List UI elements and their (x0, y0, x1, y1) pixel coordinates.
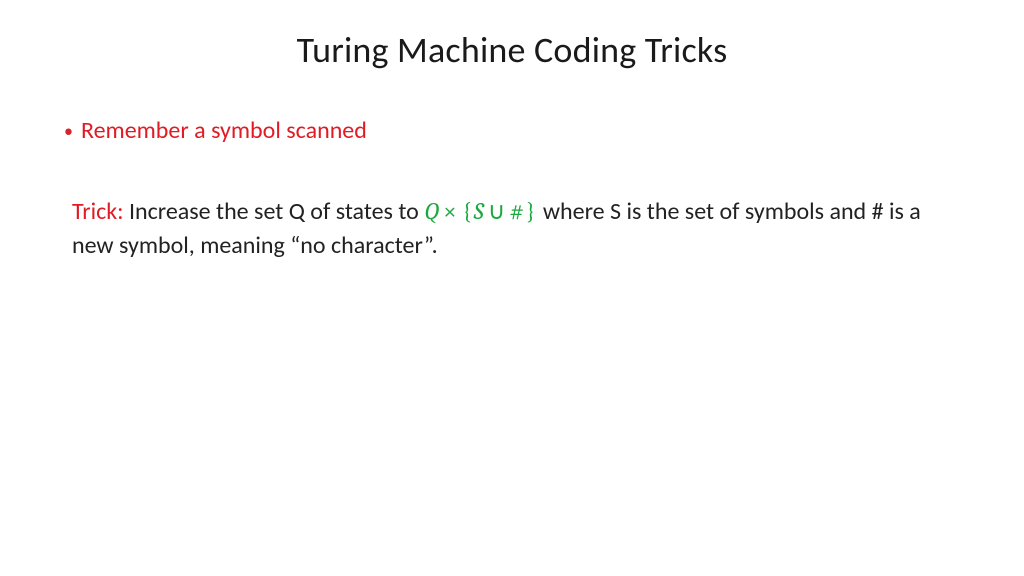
math-lbrace: { (461, 197, 474, 225)
math-rbrace: } (524, 197, 537, 225)
trick-paragraph: Trick: Increase the set Q of states to Q… (72, 194, 952, 263)
math-hash: # (509, 197, 524, 225)
trick-before-math: Increase the set Q of states to (124, 197, 425, 226)
math-times: × (439, 197, 460, 225)
bullet-icon: • (64, 116, 73, 146)
math-cup: ∪ (484, 197, 510, 225)
bullet-text: Remember a symbol scanned (81, 116, 367, 146)
slide: Turing Machine Coding Tricks • Remember … (0, 0, 1024, 576)
trick-label: Trick: (72, 197, 124, 226)
math-q: Q (424, 197, 439, 225)
math-expression: Q×{S∪#} (424, 197, 537, 225)
slide-title: Turing Machine Coding Tricks (72, 28, 952, 72)
math-s: S (474, 197, 484, 225)
bullet-item: • Remember a symbol scanned (64, 116, 952, 146)
